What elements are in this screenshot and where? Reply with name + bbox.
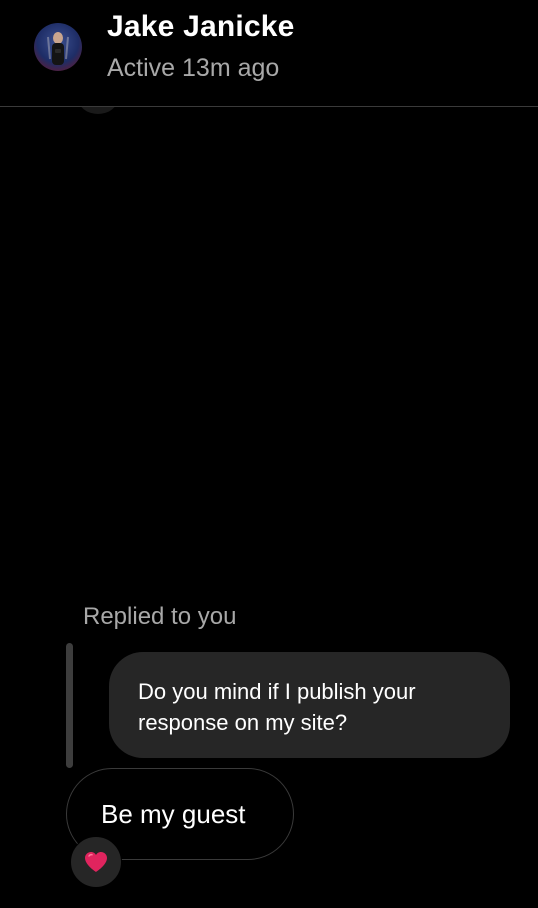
profile-photo-icon — [47, 32, 69, 65]
active-status: Active 13m ago — [107, 54, 280, 82]
replied-to-you-label: Replied to you — [83, 603, 237, 630]
contact-name[interactable]: Jake Janicke — [107, 10, 295, 44]
chat-header: Jake Janicke Active 13m ago — [0, 0, 538, 107]
avatar[interactable] — [34, 23, 82, 71]
reaction-badge[interactable] — [70, 836, 122, 888]
reply-indicator-bar — [66, 643, 73, 768]
red-heart-icon — [85, 852, 107, 872]
quoted-message-bubble[interactable]: Do you mind if I publish your response o… — [109, 652, 510, 758]
